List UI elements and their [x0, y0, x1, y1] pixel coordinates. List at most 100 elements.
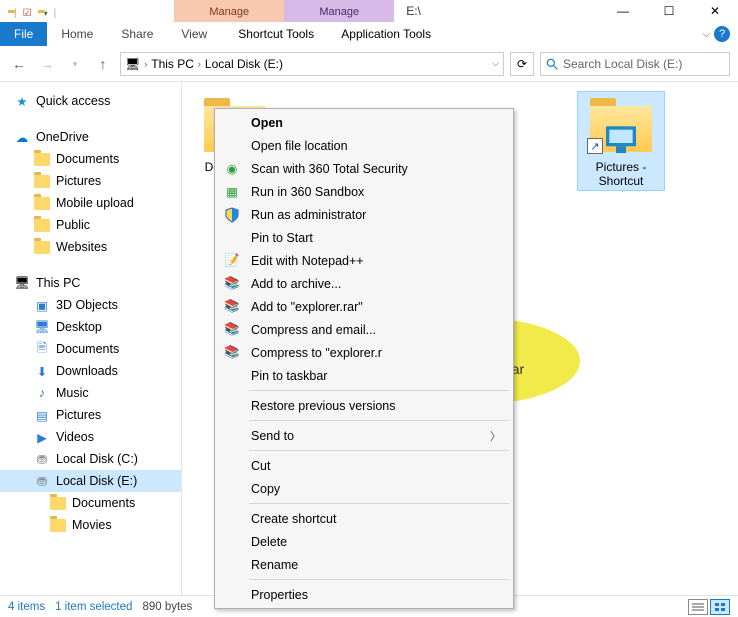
window-title: E:\ — [394, 0, 433, 22]
view-icons-button[interactable] — [710, 599, 730, 615]
up-button[interactable]: ↑ — [92, 53, 114, 75]
desktop-icon: 🖥 — [34, 319, 50, 335]
qat-divider: | — [54, 8, 57, 19]
back-button[interactable]: ← — [8, 53, 30, 75]
ctx-open-file-location[interactable]: Open file location — [217, 134, 511, 157]
ctx-add-to-rar[interactable]: 📚Add to "explorer.rar" — [217, 295, 511, 318]
ctx-delete[interactable]: Delete — [217, 530, 511, 553]
crumb-local-disk-e[interactable]: Local Disk (E:) — [205, 57, 283, 71]
tab-share[interactable]: Share — [107, 22, 167, 46]
view-details-button[interactable] — [688, 599, 708, 615]
ctx-pin-to-taskbar[interactable]: Pin to taskbar — [217, 364, 511, 387]
documents-icon: 🗎 — [34, 341, 50, 357]
ctx-create-shortcut[interactable]: Create shortcut — [217, 507, 511, 530]
downloads-icon: ⬇ — [34, 363, 50, 379]
sidebar-item[interactable]: ▤Pictures — [0, 404, 181, 426]
videos-icon: ▶ — [34, 429, 50, 445]
cloud-icon: ☁ — [14, 129, 30, 145]
ctx-cut[interactable]: Cut — [217, 454, 511, 477]
sidebar-item[interactable]: Mobile upload — [0, 192, 181, 214]
sidebar-item[interactable]: Public — [0, 214, 181, 236]
winrar-icon: 📚 — [223, 344, 241, 362]
minimize-button[interactable]: ― — [600, 0, 646, 22]
ctx-open[interactable]: Open — [217, 111, 511, 134]
forward-button[interactable]: → — [36, 53, 58, 75]
crumb-this-pc[interactable]: This PC — [151, 57, 194, 71]
ctx-separator — [249, 579, 509, 580]
ctx-add-to-archive[interactable]: 📚Add to archive... — [217, 272, 511, 295]
sidebar-quick-access[interactable]: ★Quick access — [0, 90, 181, 112]
file-item-pictures-shortcut[interactable]: ↗ Pictures - Shortcut — [578, 92, 664, 190]
ctx-separator — [249, 420, 509, 421]
nav-bar: ← → ▾ ↑ 🖥› This PC› Local Disk (E:) ⌵ ⟳ … — [0, 46, 738, 82]
breadcrumb[interactable]: 🖥› This PC› Local Disk (E:) ⌵ — [120, 52, 504, 76]
help-icon[interactable]: ? — [714, 26, 730, 42]
sidebar-item[interactable]: Pictures — [0, 170, 181, 192]
ctx-copy[interactable]: Copy — [217, 477, 511, 500]
ctx-scan-360[interactable]: ◉Scan with 360 Total Security — [217, 157, 511, 180]
quick-access-toolbar: | ☑ ▾ | — [0, 0, 64, 22]
tab-application-tools[interactable]: Application Tools — [331, 22, 441, 46]
folder-icon — [34, 151, 50, 167]
ctx-pin-to-start[interactable]: Pin to Start — [217, 226, 511, 249]
crumb-dropdown-icon[interactable]: ⌵ — [492, 58, 499, 69]
sidebar-item[interactable]: Documents — [0, 492, 181, 514]
ctx-run-360-sandbox[interactable]: ▦Run in 360 Sandbox — [217, 180, 511, 203]
disk-icon: ⛃ — [34, 451, 50, 467]
shield-icon: ◉ — [223, 160, 241, 178]
search-icon — [545, 57, 559, 71]
explorer-shortcut-icon: ↗ — [585, 96, 657, 156]
sidebar-item[interactable]: ▣3D Objects — [0, 294, 181, 316]
pc-icon: 🖥 — [14, 275, 30, 291]
sidebar-item[interactable]: ⬇Downloads — [0, 360, 181, 382]
ctx-properties[interactable]: Properties — [217, 583, 511, 606]
tab-home[interactable]: Home — [47, 22, 107, 46]
winrar-icon: 📚 — [223, 275, 241, 293]
sidebar-onedrive[interactable]: ☁OneDrive — [0, 126, 181, 148]
status-selected: 1 item selected — [55, 601, 132, 613]
checkbox-icon[interactable]: ☑ — [23, 8, 32, 19]
close-button[interactable]: ✕ — [692, 0, 738, 22]
file-item-label: Pictures - Shortcut — [578, 158, 664, 190]
sidebar-item[interactable]: ⛃Local Disk (C:) — [0, 448, 181, 470]
ctx-rename[interactable]: Rename — [217, 553, 511, 576]
shortcut-overlay-icon: ↗ — [587, 138, 603, 154]
refresh-button[interactable]: ⟳ — [510, 52, 534, 76]
ctx-edit-notepadpp[interactable]: 📝Edit with Notepad++ — [217, 249, 511, 272]
tab-view[interactable]: View — [167, 22, 221, 46]
ribbon-collapse-icon[interactable]: ⌵ — [702, 29, 710, 40]
folder-icon — [34, 239, 50, 255]
sidebar-this-pc[interactable]: 🖥This PC — [0, 272, 181, 294]
submenu-arrow-icon: 〉 — [490, 428, 501, 444]
folder-icon — [34, 195, 50, 211]
ctx-restore-previous[interactable]: Restore previous versions — [217, 394, 511, 417]
search-input[interactable]: Search Local Disk (E:) — [540, 52, 730, 76]
sidebar-item[interactable]: Movies — [0, 514, 181, 536]
folder-icon — [50, 495, 66, 511]
ctx-compress-to-rar[interactable]: 📚Compress to "explorer.r — [217, 341, 511, 364]
sidebar-item-local-disk-e[interactable]: ⛃Local Disk (E:) — [0, 470, 181, 492]
folder-icon — [34, 217, 50, 233]
sidebar-item[interactable]: Websites — [0, 236, 181, 258]
ctx-compress-email[interactable]: 📚Compress and email... — [217, 318, 511, 341]
recent-dropdown-icon[interactable]: ▾ — [64, 53, 86, 75]
tooltab-application[interactable]: Manage — [284, 0, 394, 22]
tab-file[interactable]: File — [0, 22, 47, 46]
ctx-run-as-admin[interactable]: Run as administrator — [217, 203, 511, 226]
sidebar-item[interactable]: ♪Music — [0, 382, 181, 404]
sidebar-item[interactable]: 🖥Desktop — [0, 316, 181, 338]
pictures-icon: ▤ — [34, 407, 50, 423]
context-menu: Open Open file location ◉Scan with 360 T… — [214, 108, 514, 609]
winrar-icon: 📚 — [223, 321, 241, 339]
sidebar-item[interactable]: Documents — [0, 148, 181, 170]
status-item-count: 4 items — [8, 601, 45, 613]
sidebar-item[interactable]: 🗎Documents — [0, 338, 181, 360]
sidebar-item[interactable]: ▶Videos — [0, 426, 181, 448]
star-icon: ★ — [14, 93, 30, 109]
tab-shortcut-tools[interactable]: Shortcut Tools — [221, 22, 331, 46]
status-size: 890 bytes — [142, 601, 192, 613]
ctx-send-to[interactable]: Send to〉 — [217, 424, 511, 447]
maximize-button[interactable]: ☐ — [646, 0, 692, 22]
tooltab-shortcut[interactable]: Manage — [174, 0, 284, 22]
admin-shield-icon — [223, 206, 241, 224]
